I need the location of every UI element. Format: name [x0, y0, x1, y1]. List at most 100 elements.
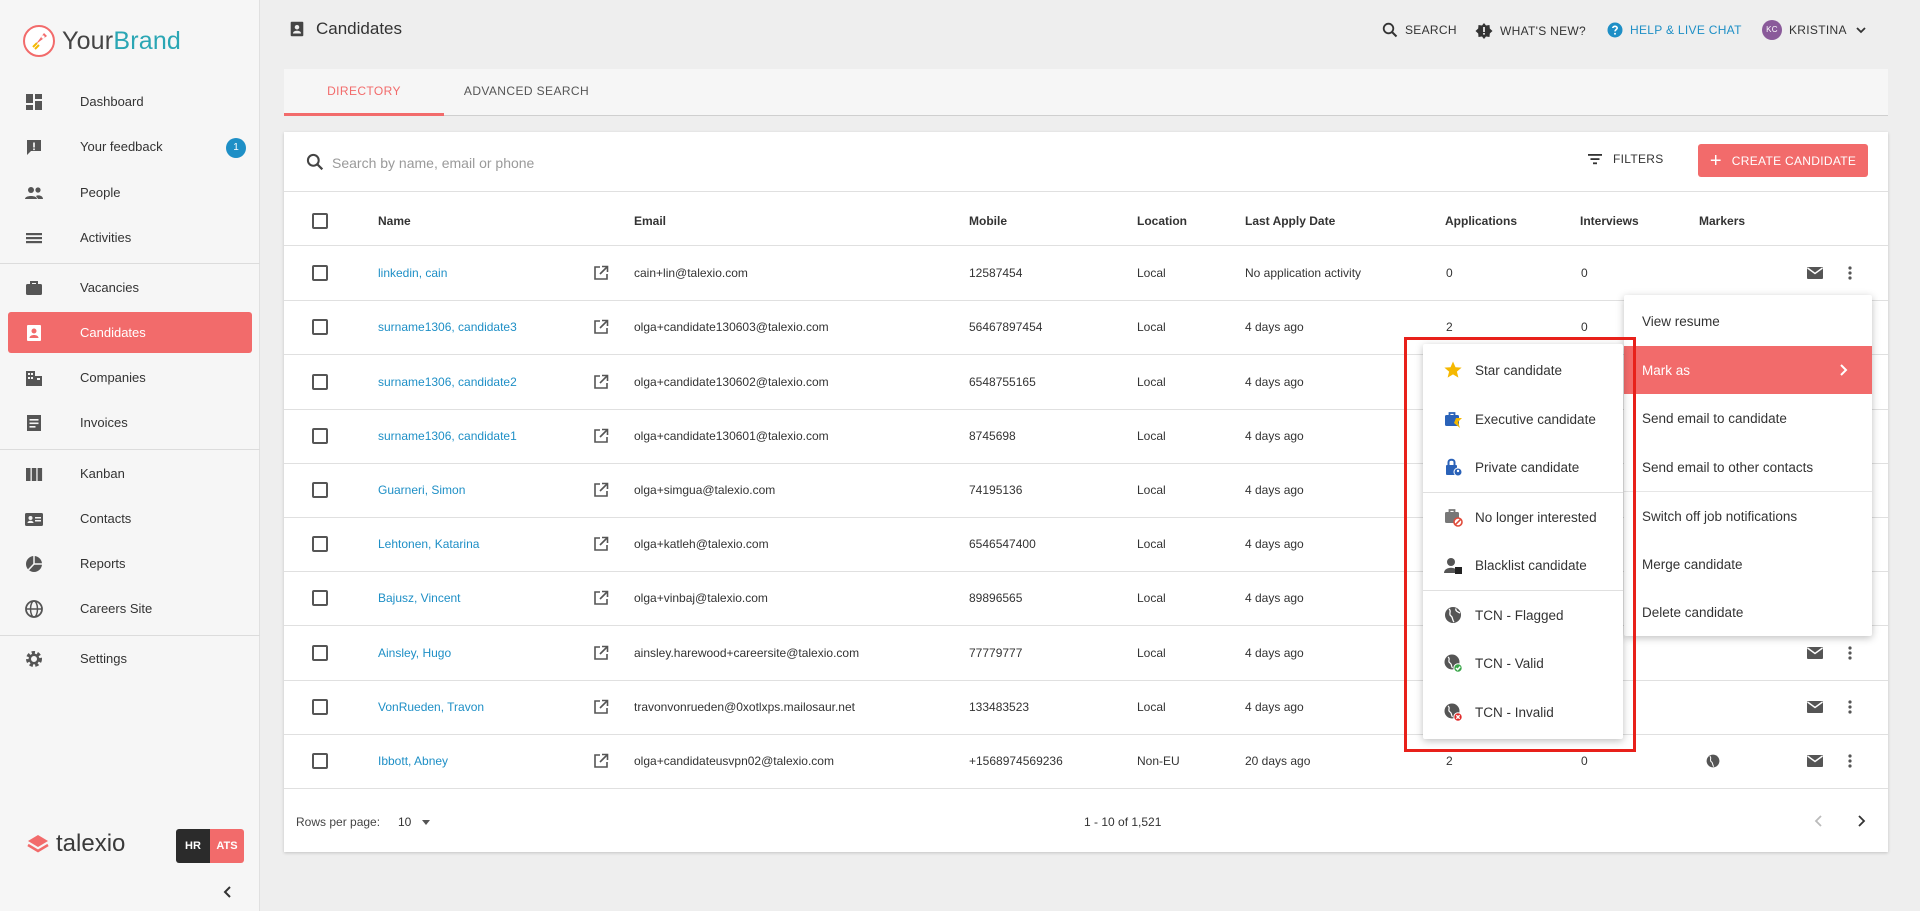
sidebar-item-invoices[interactable]: Invoices: [8, 402, 252, 443]
open-in-new-icon[interactable]: [592, 644, 610, 662]
tcn-flagged-menu-item[interactable]: TCN - Flagged: [1423, 591, 1623, 639]
candidate-name-link[interactable]: Ibbott, Abney: [378, 754, 448, 768]
executive-candidate-menu-item[interactable]: Executive candidate: [1423, 395, 1623, 443]
open-in-new-icon[interactable]: [592, 427, 610, 445]
talexio-layers-icon: [26, 832, 50, 856]
sidebar-item-kanban[interactable]: Kanban: [8, 453, 252, 494]
previous-page-icon[interactable]: [1808, 810, 1830, 832]
tcn-valid-menu-item[interactable]: TCN - Valid: [1423, 639, 1623, 687]
sidebar-item-settings[interactable]: Settings: [8, 638, 252, 679]
column-header-applications[interactable]: Applications: [1445, 214, 1517, 228]
star-icon: [1443, 360, 1463, 380]
header-search-button[interactable]: SEARCH: [1382, 22, 1457, 38]
row-checkbox[interactable]: [312, 481, 328, 498]
sidebar-item-vacancies[interactable]: Vacancies: [8, 267, 252, 308]
candidate-name-link[interactable]: linkedin, cain: [378, 266, 447, 280]
column-header-location[interactable]: Location: [1137, 214, 1187, 228]
row-checkbox[interactable]: [312, 319, 328, 336]
row-checkbox[interactable]: [312, 590, 328, 607]
sidebar-item-companies[interactable]: Companies: [8, 357, 252, 398]
email-icon[interactable]: [1806, 645, 1824, 661]
row-checkbox[interactable]: [312, 265, 328, 282]
column-header-email[interactable]: Email: [634, 214, 666, 228]
row-checkbox[interactable]: [312, 536, 328, 553]
lock-person-icon: [1443, 457, 1463, 477]
brand-logo[interactable]: YourBrand: [22, 24, 181, 58]
sidebar-item-contacts[interactable]: Contacts: [8, 498, 252, 539]
email-icon[interactable]: [1806, 265, 1824, 281]
ats-toggle-option[interactable]: ATS: [210, 829, 244, 863]
collapse-sidebar-icon[interactable]: [220, 884, 236, 900]
open-in-new-icon[interactable]: [592, 373, 610, 391]
candidate-name-link[interactable]: Lehtonen, Katarina: [378, 537, 479, 551]
sidebar-item-candidates[interactable]: Candidates: [8, 312, 252, 353]
tab-directory[interactable]: DIRECTORY: [284, 69, 444, 116]
send-email-to-candidate-menu-item[interactable]: Send email to candidate: [1624, 394, 1872, 442]
send-email-to-other-contacts-menu-item[interactable]: Send email to other contacts: [1624, 443, 1872, 491]
delete-candidate-menu-item[interactable]: Delete candidate: [1624, 588, 1872, 636]
row-checkbox[interactable]: [312, 752, 328, 769]
open-in-new-icon[interactable]: [592, 481, 610, 499]
filters-button[interactable]: FILTERS: [1587, 151, 1664, 167]
switch-off-job-notifications-menu-item[interactable]: Switch off job notifications: [1624, 492, 1872, 540]
help-live-chat-button[interactable]: HELP & LIVE CHAT: [1607, 22, 1742, 38]
user-menu[interactable]: KC KRISTINA: [1762, 20, 1868, 40]
candidate-name-link[interactable]: Guarneri, Simon: [378, 483, 465, 497]
row-checkbox[interactable]: [312, 373, 328, 390]
open-in-new-icon[interactable]: [592, 589, 610, 607]
mark-as-menu-item[interactable]: Mark as: [1624, 346, 1872, 394]
open-in-new-icon[interactable]: [592, 264, 610, 282]
sidebar-item-your-feedback[interactable]: Your feedback 1: [8, 126, 252, 167]
more-vert-icon[interactable]: [1842, 699, 1858, 715]
header-search-label: SEARCH: [1405, 23, 1457, 37]
select-all-checkbox[interactable]: [312, 213, 328, 229]
sidebar-item-activities[interactable]: Activities: [8, 217, 252, 258]
candidate-name-link[interactable]: Bajusz, Vincent: [378, 591, 461, 605]
column-header-last-apply-date[interactable]: Last Apply Date: [1245, 214, 1335, 228]
row-checkbox[interactable]: [312, 644, 328, 661]
open-in-new-icon[interactable]: [592, 752, 610, 770]
next-page-icon[interactable]: [1850, 810, 1872, 832]
column-header-interviews[interactable]: Interviews: [1580, 214, 1639, 228]
candidate-name-link[interactable]: surname1306, candidate2: [378, 375, 517, 389]
create-candidate-button[interactable]: + CREATE CANDIDATE: [1698, 144, 1868, 177]
divider: [284, 245, 1888, 246]
hr-ats-toggle[interactable]: HR ATS: [176, 829, 244, 863]
sidebar-item-people[interactable]: People: [8, 172, 252, 213]
whats-new-button[interactable]: WHAT'S NEW?: [1475, 22, 1586, 40]
more-vert-icon[interactable]: [1842, 645, 1858, 661]
view-resume-menu-item[interactable]: View resume: [1624, 297, 1872, 345]
open-in-new-icon[interactable]: [592, 698, 610, 716]
create-candidate-label: CREATE CANDIDATE: [1731, 153, 1857, 168]
tcn-invalid-menu-item[interactable]: TCN - Invalid: [1423, 688, 1623, 736]
private-candidate-menu-item[interactable]: Private candidate: [1423, 443, 1623, 491]
email-icon[interactable]: [1806, 699, 1824, 715]
candidate-name-link[interactable]: Ainsley, Hugo: [378, 646, 451, 660]
column-header-name[interactable]: Name: [378, 214, 411, 228]
blacklist-candidate-menu-item[interactable]: Blacklist candidate: [1423, 541, 1623, 589]
column-header-mobile[interactable]: Mobile: [969, 214, 1007, 228]
search-input[interactable]: [332, 150, 932, 176]
rows-per-page-select[interactable]: 10: [398, 815, 431, 829]
tab-advanced-search[interactable]: ADVANCED SEARCH: [444, 69, 609, 116]
hr-toggle-option[interactable]: HR: [176, 829, 210, 863]
no-longer-interested-menu-item[interactable]: No longer interested: [1423, 493, 1623, 541]
open-in-new-icon[interactable]: [592, 535, 610, 553]
candidate-name-link[interactable]: VonRueden, Travon: [378, 700, 484, 714]
email-icon[interactable]: [1806, 753, 1824, 769]
column-header-markers[interactable]: Markers: [1699, 214, 1745, 228]
row-checkbox[interactable]: [312, 698, 328, 715]
candidate-name-link[interactable]: surname1306, candidate3: [378, 320, 517, 334]
candidate-name-link[interactable]: surname1306, candidate1: [378, 429, 517, 443]
sidebar: YourBrand Dashboard Your feedback 1 Peop…: [0, 0, 260, 911]
open-in-new-icon[interactable]: [592, 318, 610, 336]
row-checkbox[interactable]: [312, 427, 328, 444]
sidebar-item-careers-site[interactable]: Careers Site: [8, 588, 252, 629]
candidate-badge-icon: [288, 20, 306, 38]
more-vert-icon[interactable]: [1842, 265, 1858, 281]
more-vert-icon[interactable]: [1842, 753, 1858, 769]
sidebar-item-dashboard[interactable]: Dashboard: [8, 81, 252, 122]
sidebar-item-reports[interactable]: Reports: [8, 543, 252, 584]
merge-candidate-menu-item[interactable]: Merge candidate: [1624, 540, 1872, 588]
star-candidate-menu-item[interactable]: Star candidate: [1423, 346, 1623, 394]
